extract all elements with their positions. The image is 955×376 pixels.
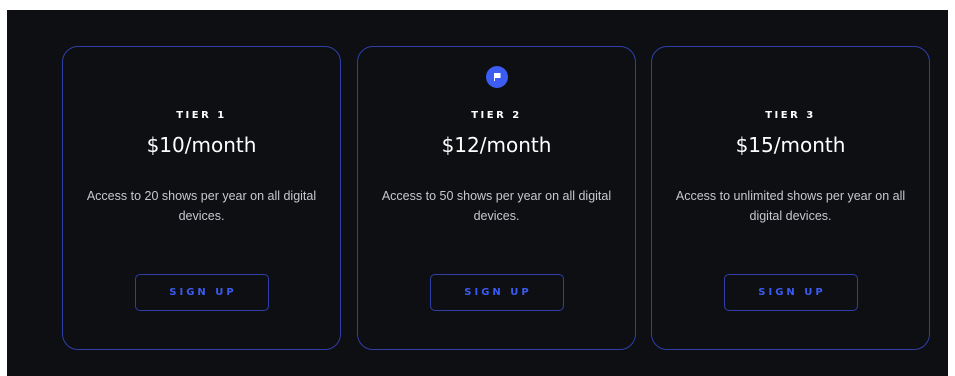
pricing-section: TIER 1 $10/month Access to 20 shows per … <box>7 10 948 376</box>
pricing-card-tier-2: TIER 2 $12/month Access to 50 shows per … <box>357 46 636 350</box>
tier-label: TIER 1 <box>176 110 227 121</box>
tier-description: Access to unlimited shows per year on al… <box>675 189 906 223</box>
sign-up-button-tier-1[interactable]: SIGN UP <box>134 274 269 311</box>
sign-up-button-tier-3[interactable]: SIGN UP <box>723 274 858 311</box>
tier-price: $15/month <box>735 133 846 157</box>
tier-description: Access to 20 shows per year on all digit… <box>86 189 317 223</box>
featured-badge <box>485 66 508 88</box>
pricing-card-tier-1: TIER 1 $10/month Access to 20 shows per … <box>62 46 341 350</box>
pricing-card-tier-3: TIER 3 $15/month Access to unlimited sho… <box>651 46 930 350</box>
tier-label: TIER 2 <box>471 110 522 121</box>
tier-label: TIER 3 <box>765 110 816 121</box>
tier-price: $12/month <box>441 133 552 157</box>
sign-up-button-tier-2[interactable]: SIGN UP <box>429 274 564 311</box>
tier-price: $10/month <box>146 133 257 157</box>
flag-icon <box>493 73 500 81</box>
tier-description: Access to 50 shows per year on all digit… <box>381 189 612 223</box>
